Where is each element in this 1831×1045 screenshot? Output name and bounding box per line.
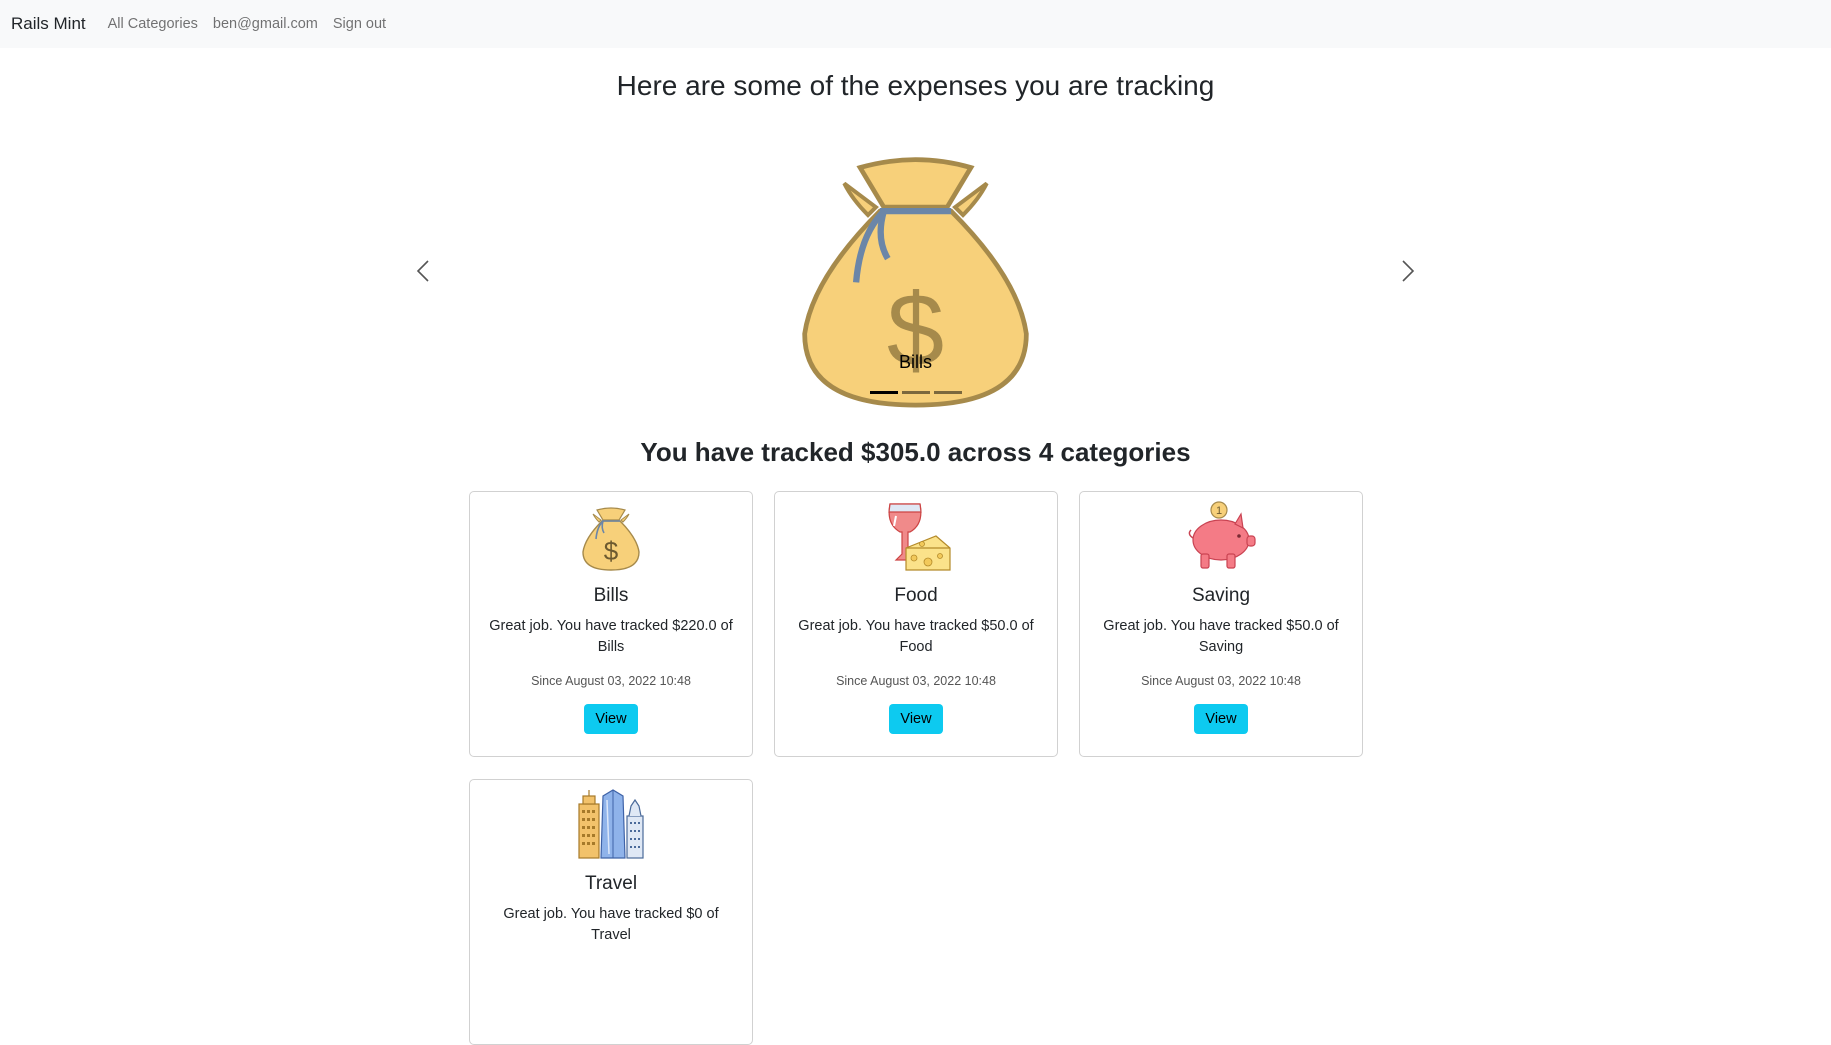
nav-sign-out[interactable]: Sign out <box>333 16 386 32</box>
view-food-button[interactable]: View <box>889 704 943 734</box>
category-carousel: $ Bills <box>410 128 1421 413</box>
category-card-grid: $ Bills Great job. You have tracked $220… <box>469 491 1364 1045</box>
carousel-indicator-1[interactable] <box>869 391 898 394</box>
tracking-summary: You have tracked $305.0 across 4 categor… <box>640 437 1191 467</box>
nav-user-email[interactable]: ben@gmail.com <box>213 16 318 32</box>
category-card-food: Food Great job. You have tracked $50.0 o… <box>774 491 1058 757</box>
svg-text:$: $ <box>604 536 619 566</box>
money-bag-icon: $ <box>582 507 640 571</box>
card-text: Great job. You have tracked $50.0 of Foo… <box>798 618 1034 655</box>
city-buildings-icon <box>578 789 644 859</box>
category-card-bills: $ Bills Great job. You have tracked $220… <box>469 491 753 757</box>
carousel-caption: Bills <box>898 352 932 372</box>
card-date: Since August 03, 2022 10:48 <box>1141 674 1301 688</box>
card-title: Saving <box>1191 585 1251 606</box>
page-headline: Here are some of the expenses you are tr… <box>616 70 1215 101</box>
carousel-next-button[interactable] <box>1391 256 1421 286</box>
piggy-bank-icon: 1 <box>1188 501 1256 569</box>
carousel-indicators <box>410 391 1421 394</box>
svg-text:1: 1 <box>1216 505 1222 517</box>
card-title: Food <box>894 585 938 606</box>
card-text: Great job. You have tracked $50.0 of Sav… <box>1103 618 1339 655</box>
chevron-right-icon <box>1402 260 1415 282</box>
card-text: Great job. You have tracked $220.0 of Bi… <box>489 618 733 655</box>
card-title: Travel <box>584 873 638 894</box>
carousel-indicator-3[interactable] <box>933 391 962 394</box>
category-card-saving: 1 Saving Great job. You have tracked $50… <box>1079 491 1363 757</box>
nav-all-categories[interactable]: All Categories <box>108 16 198 32</box>
view-saving-button[interactable]: View <box>1194 704 1248 734</box>
view-bills-button[interactable]: View <box>584 704 638 734</box>
brand-link[interactable]: Rails Mint <box>11 14 86 34</box>
card-text: Great job. You have tracked $0 of Travel <box>503 906 719 943</box>
wine-and-cheese-icon <box>888 503 951 571</box>
carousel-prev-button[interactable] <box>410 256 440 286</box>
chevron-left-icon <box>416 260 429 282</box>
navbar: Rails Mint All Categories ben@gmail.com … <box>0 0 1831 48</box>
card-title: Bills <box>593 585 629 606</box>
category-card-travel: Travel Great job. You have tracked $0 of… <box>469 779 753 1045</box>
carousel-indicator-2[interactable] <box>901 391 930 394</box>
card-date: Since August 03, 2022 10:48 <box>836 674 996 688</box>
card-date: Since August 03, 2022 10:48 <box>531 674 691 688</box>
